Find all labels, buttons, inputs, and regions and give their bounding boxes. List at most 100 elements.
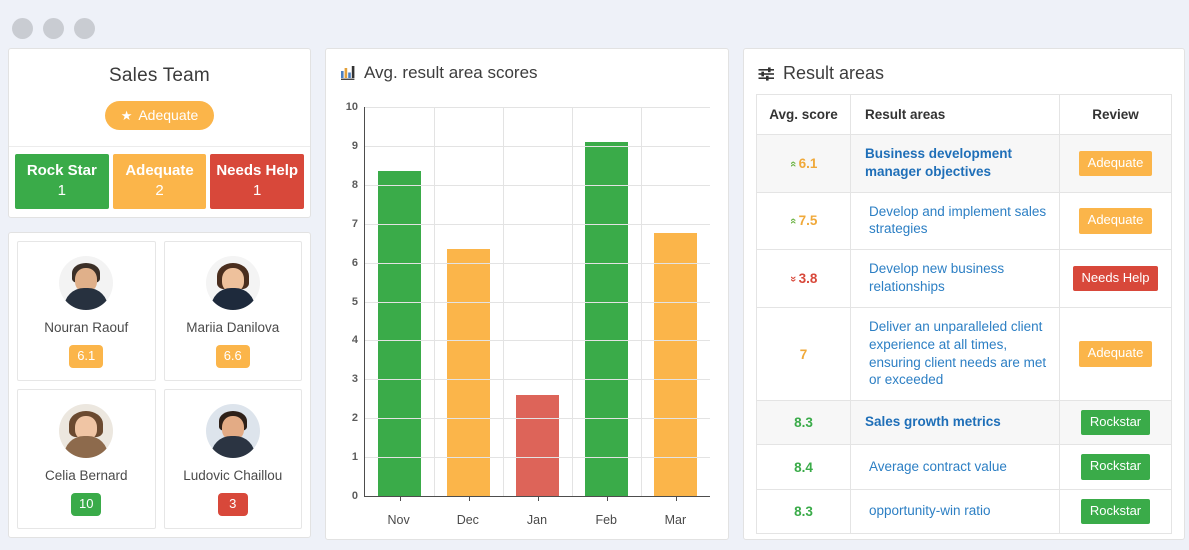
category-label: Adequate [125, 162, 194, 179]
member-card[interactable]: Mariia Danilova 6.6 [163, 241, 302, 382]
score-value: 3.8 [798, 271, 818, 287]
cell-review: Rockstar [1059, 400, 1172, 446]
chart-bar[interactable] [447, 249, 490, 496]
result-areas-title: Result areas [783, 63, 885, 83]
result-areas-table: Avg. score Result areas Review «6.1 Busin… [756, 94, 1172, 535]
chart-gridline [365, 223, 710, 225]
member-card[interactable]: Celia Bernard 10 [17, 389, 156, 529]
chart-x-tick [537, 496, 539, 501]
cell-result-area[interactable]: opportunity-win ratio [850, 488, 1060, 535]
chart-x-tick [675, 496, 677, 501]
status-badge[interactable]: Needs Help [1072, 265, 1159, 292]
category-count: 1 [57, 181, 66, 199]
chart-gridline-vertical [572, 107, 573, 496]
score-value: 7.5 [798, 213, 818, 229]
result-areas-column: Result areas Avg. score Result areas Rev… [743, 48, 1185, 540]
category-needs-help[interactable]: Needs Help 1 [210, 154, 305, 210]
cell-result-area[interactable]: Business development manager objectives [850, 134, 1060, 193]
status-badge[interactable]: Adequate [1078, 150, 1153, 176]
member-name: Nouran Raouf [44, 320, 129, 336]
member-card[interactable]: Nouran Raouf 6.1 [17, 241, 156, 382]
app-window: Sales Team ★ Adequate Rock Star 1 Adequa… [0, 0, 1189, 550]
cell-review: Adequate [1059, 134, 1172, 193]
chart-y-tick-label: 1 [351, 451, 358, 464]
column-header-result-areas[interactable]: Result areas [850, 94, 1060, 135]
cell-result-area[interactable]: Develop and implement sales strategies [850, 191, 1060, 251]
chart-y-tick-label: 6 [351, 256, 358, 269]
window-dot-minimize[interactable] [43, 18, 64, 39]
status-badge[interactable]: Adequate [1078, 208, 1153, 234]
result-areas-header: Result areas [744, 49, 1184, 94]
table-row[interactable]: 8.3 Sales growth metrics Rockstar [756, 400, 1172, 446]
cell-result-area[interactable]: Develop new business relationships [850, 249, 1060, 308]
member-card[interactable]: Ludovic Chaillou 3 [163, 389, 302, 529]
cell-result-area[interactable]: Deliver an unparalleled client experienc… [850, 306, 1060, 402]
chart-x-label: Nov [387, 513, 410, 527]
chart-gridline [365, 340, 710, 342]
star-icon: ★ [120, 107, 133, 123]
chart-gridline [365, 145, 710, 147]
chart-title: Avg. result area scores [364, 63, 538, 82]
cell-avg-score: 8.3 [756, 400, 851, 446]
chart-x-axis-labels: Nov Dec Jan Feb Mar [364, 513, 710, 527]
sliders-icon [758, 66, 775, 82]
column-header-review[interactable]: Review [1059, 94, 1172, 135]
cell-avg-score: 7 [756, 306, 851, 402]
cell-result-area[interactable]: Average contract value [850, 444, 1060, 490]
member-score: 3 [217, 493, 248, 516]
chart-y-tick-label: 4 [351, 334, 358, 347]
score-value: 6.1 [798, 155, 818, 171]
column-header-avg-score[interactable]: Avg. score [756, 94, 851, 135]
trend-up-icon: « [786, 160, 799, 167]
chart-x-tick [606, 496, 608, 501]
category-rock-star[interactable]: Rock Star 1 [15, 154, 109, 210]
chart-x-tick [399, 496, 401, 501]
window-controls [12, 18, 95, 39]
team-members-grid: Nouran Raouf 6.1 Mariia Danilova 6.6 Cel… [9, 233, 310, 537]
chart-y-tick-label: 3 [351, 373, 358, 386]
team-overall-badge[interactable]: ★ Adequate [104, 101, 215, 130]
table-row[interactable]: 7 Deliver an unparalleled client experien… [756, 306, 1172, 402]
chart-panel: Avg. result area scores 10 9 8 7 6 5 4 3 2 1 0 Nov… [325, 48, 729, 540]
table-row[interactable]: 8.4 Average contract value Rockstar [756, 444, 1172, 490]
table-row[interactable]: 8.3 opportunity-win ratio Rockstar [756, 488, 1172, 535]
status-badge[interactable]: Adequate [1078, 341, 1153, 367]
chart-y-tick-label: 9 [351, 139, 358, 152]
sales-team-header: Sales Team ★ Adequate [9, 49, 310, 147]
result-areas-panel: Result areas Avg. score Result areas Rev… [743, 48, 1185, 540]
status-badge[interactable]: Rockstar [1080, 454, 1151, 480]
table-row[interactable]: «7.5 Develop and implement sales strategi… [756, 191, 1172, 251]
trend-down-icon: » [786, 276, 799, 283]
chart-bar[interactable] [378, 171, 421, 496]
chart-gridline-vertical [641, 107, 642, 496]
team-overall-badge-label: Adequate [138, 107, 199, 123]
chart-bar[interactable] [585, 142, 628, 496]
cell-result-area[interactable]: Sales growth metrics [850, 400, 1060, 446]
window-dot-maximize[interactable] [74, 18, 95, 39]
chart-gridline [365, 184, 710, 186]
chart-column: Avg. result area scores 10 9 8 7 6 5 4 3 2 1 0 Nov… [325, 48, 729, 540]
window-dot-close[interactable] [12, 18, 33, 39]
cell-review: Adequate [1059, 191, 1172, 251]
trend-up-icon: « [786, 218, 799, 225]
score-value: 8.3 [794, 415, 813, 431]
chart-y-tick-label: 7 [351, 217, 358, 230]
chart-x-tick [468, 496, 470, 501]
chart-bar[interactable] [516, 394, 559, 496]
team-column: Sales Team ★ Adequate Rock Star 1 Adequa… [8, 48, 311, 540]
table-header-row: Avg. score Result areas Review [756, 94, 1172, 135]
chart-y-tick-label: 5 [351, 295, 358, 308]
chart-gridline [365, 457, 710, 459]
status-badge[interactable]: Rockstar [1080, 410, 1151, 436]
chart-gridline-vertical [503, 107, 504, 496]
category-adequate[interactable]: Adequate 2 [112, 154, 207, 210]
member-name: Ludovic Chaillou [183, 468, 283, 484]
chart-gridline-vertical [434, 107, 435, 496]
chart-y-tick-label: 10 [345, 101, 358, 113]
table-row[interactable]: »3.8 Develop new business relationships Ne… [756, 249, 1172, 308]
status-badge[interactable]: Rockstar [1080, 498, 1151, 525]
chart-gridline [365, 418, 710, 420]
cell-review: Rockstar [1059, 488, 1172, 535]
chart-y-tick-label: 0 [351, 490, 358, 502]
table-row[interactable]: «6.1 Business development manager objecti… [756, 134, 1172, 193]
